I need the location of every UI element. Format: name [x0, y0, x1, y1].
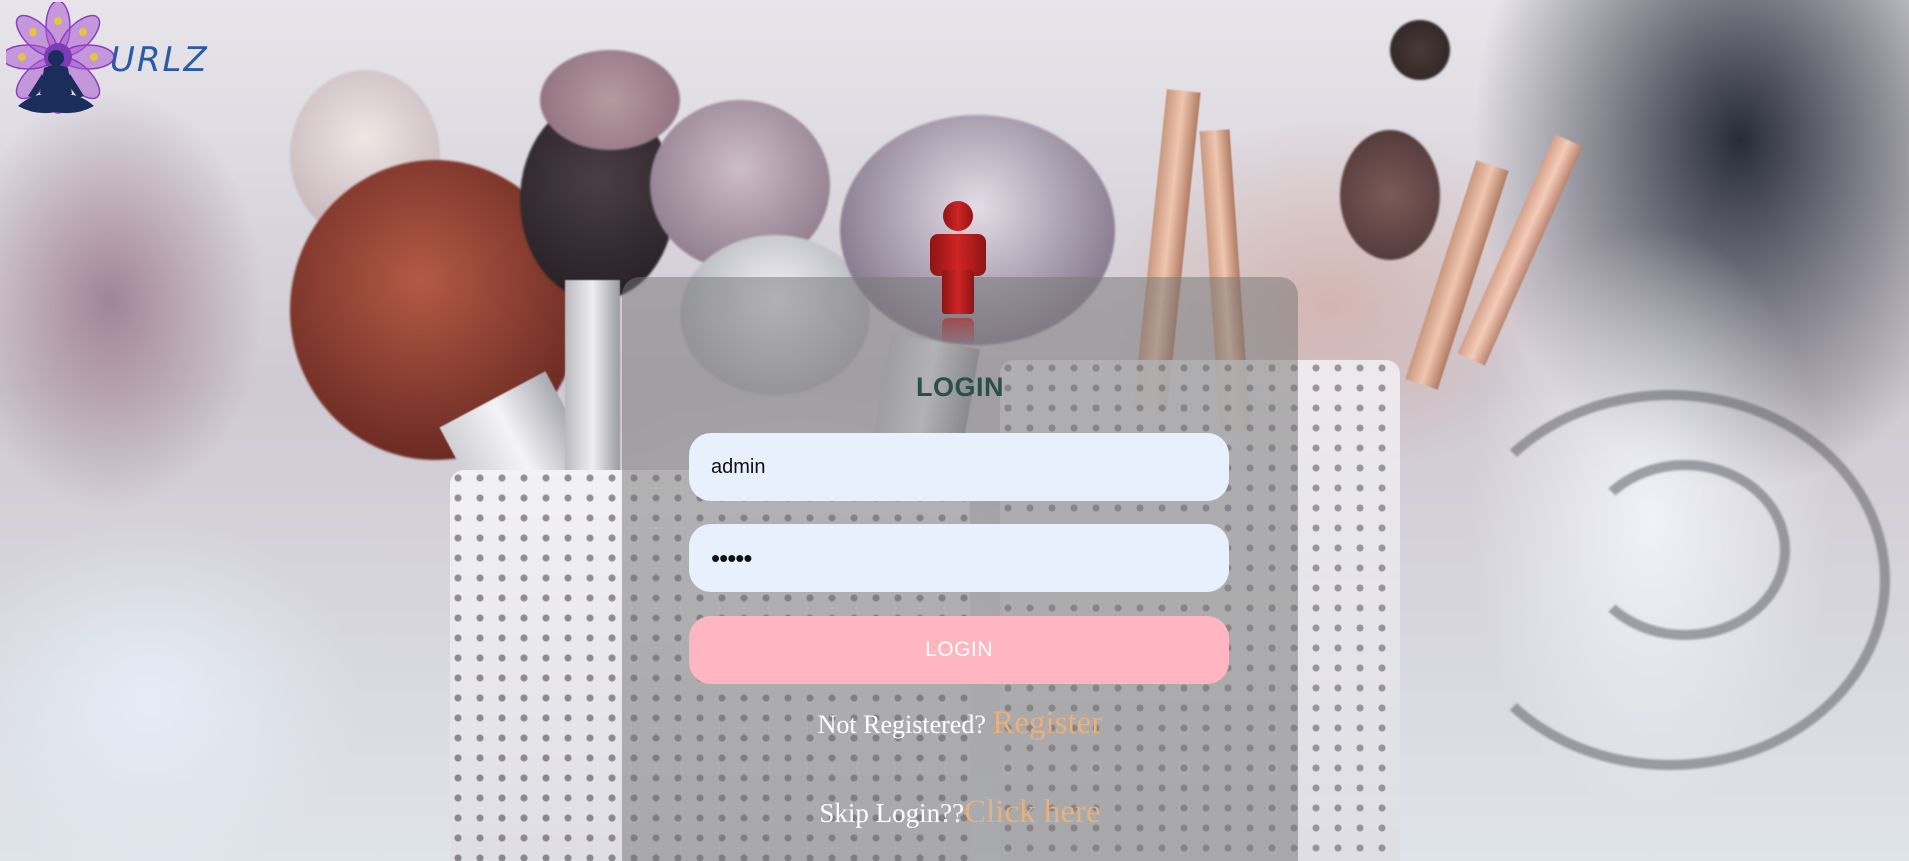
lotus-meditation-logo-icon	[1, 0, 115, 114]
login-title: LOGIN	[916, 372, 1004, 402]
skip-login-row: Skip Login??Click here	[622, 794, 1298, 831]
username-input[interactable]	[689, 433, 1229, 501]
password-input[interactable]	[689, 524, 1229, 592]
site-logo[interactable]: URLZ	[1, 0, 216, 122]
skip-login-link[interactable]: Click here	[964, 794, 1101, 830]
register-row: Not Registered? Register	[622, 705, 1298, 742]
register-link[interactable]: Register	[992, 705, 1102, 741]
login-button[interactable]: LOGIN	[689, 616, 1229, 684]
login-page: URLZ LOGIN ••••• LOGIN Not Registered? R…	[0, 0, 1909, 861]
skip-prompt: Skip Login??	[819, 798, 965, 828]
user-icon	[930, 201, 986, 346]
logo-text: URLZ	[110, 40, 209, 80]
register-prompt: Not Registered?	[817, 710, 986, 739]
